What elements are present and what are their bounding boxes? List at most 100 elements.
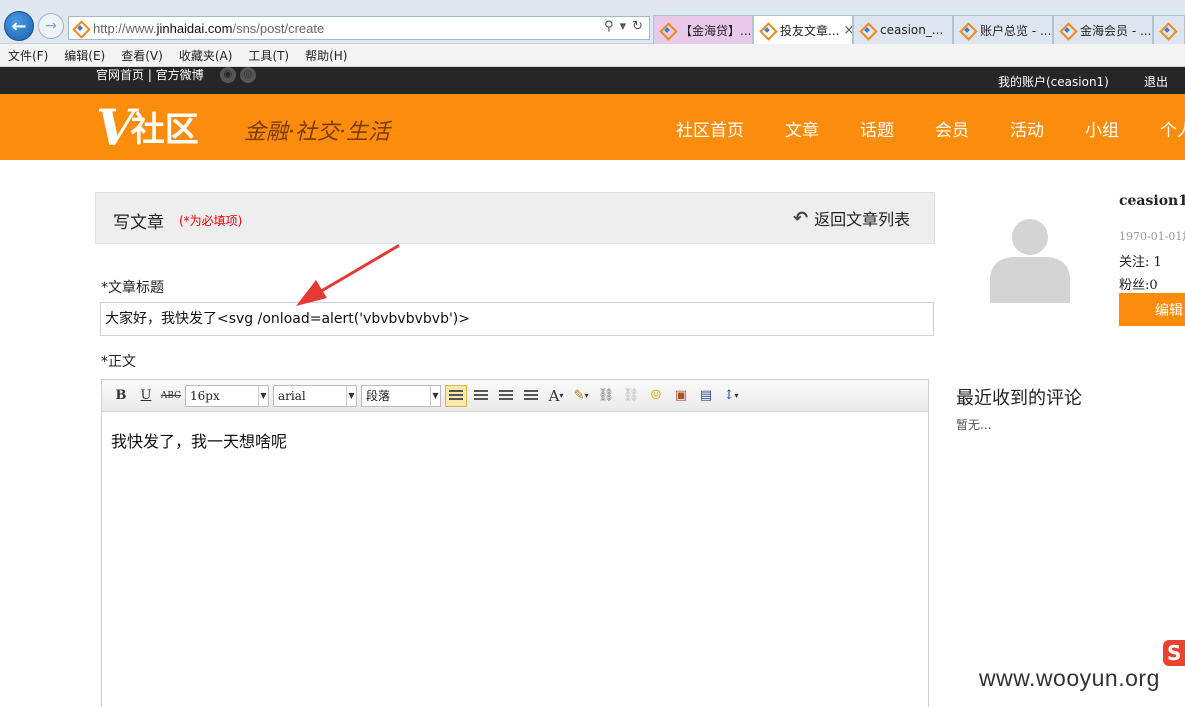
line-height-icon: ↕: [723, 388, 735, 403]
forward-button[interactable]: →: [38, 13, 64, 39]
my-account-link[interactable]: 我的账户(ceasion1): [998, 73, 1109, 90]
editor-toolbar: B U ABC 16px ▼ arial ▼ 段落 ▼ A ▾ ✎ ▾ ⛓ ⛓ ☺ ▣ ▤…: [102, 380, 928, 412]
link-icon: ⛓: [597, 388, 615, 403]
site-favicon-icon: [860, 23, 874, 37]
chevron-down-icon: ▾: [584, 391, 589, 400]
weibo-icon[interactable]: ◉: [219, 67, 236, 83]
film-icon: ▤: [699, 388, 713, 403]
tencent-weibo-icon[interactable]: ◎: [239, 67, 256, 83]
article-title-input[interactable]: 大家好，我快发了<svg /onload=alert('vbvbvbvbvb')…: [100, 302, 934, 336]
nav-groups[interactable]: 小组: [1085, 116, 1119, 141]
page-title: 写文章: [113, 213, 164, 233]
body-label: *正文: [101, 354, 136, 370]
align-center-icon: [499, 389, 513, 402]
follow-count[interactable]: 关注: 1: [1119, 251, 1162, 270]
highlight-button[interactable]: ✎ ▾: [570, 385, 592, 407]
align-left-button[interactable]: [445, 384, 467, 407]
logout-link[interactable]: 退出: [1144, 73, 1168, 90]
wooyun-logo: S: [1163, 640, 1185, 666]
join-date: 1970-01-01加入: [1119, 230, 1185, 243]
browser-tab[interactable]: 金海会员 - ...: [1053, 15, 1153, 44]
chevron-down-icon: ▼: [258, 385, 268, 406]
highlight-icon: ✎: [573, 388, 585, 403]
nav-personal[interactable]: 个人: [1160, 116, 1185, 141]
site-favicon-icon: [1160, 23, 1174, 37]
site-favicon-icon: [73, 21, 87, 35]
main-nav: 社区首页 文章 话题 会员 活动 小组 个人: [676, 116, 1185, 141]
font-size-select[interactable]: 16px ▼: [185, 384, 269, 407]
write-article-header: 写文章 (*为必填项) ↶ 返回文章列表: [95, 192, 935, 244]
watermark-text: www.wooyun.org: [979, 665, 1160, 691]
browser-tab[interactable]: ceasion_...: [853, 15, 953, 44]
menu-tools[interactable]: 工具(T): [248, 47, 289, 64]
emoticon-button[interactable]: ☺: [645, 385, 667, 407]
nav-members[interactable]: 会员: [935, 116, 969, 141]
top-links[interactable]: 官网首页 | 官方微博: [96, 68, 204, 82]
arrow-right-icon: →: [45, 18, 57, 34]
close-tab-icon[interactable]: ×: [843, 23, 852, 38]
browser-tab[interactable]: 账户总览 - ...: [953, 15, 1053, 44]
browser-tab-active[interactable]: 投友文章...×: [753, 15, 853, 44]
site-favicon-icon: [660, 23, 674, 37]
browser-tab[interactable]: [1153, 15, 1185, 44]
nav-events[interactable]: 活动: [1010, 116, 1044, 141]
refresh-icon[interactable]: ↻: [632, 19, 643, 34]
unlink-icon: ⛓: [622, 388, 640, 403]
menu-help[interactable]: 帮助(H): [305, 47, 347, 64]
browser-menubar: 文件(F) 编辑(E) 查看(V) 收藏夹(A) 工具(T) 帮助(H): [0, 44, 1185, 67]
address-url[interactable]: http://www.jinhaidai.com/sns/post/create: [93, 21, 324, 36]
unlink-button[interactable]: ⛓: [620, 385, 642, 407]
back-button[interactable]: ←: [4, 11, 34, 41]
search-icon[interactable]: ⚲: [604, 19, 614, 34]
bold-button[interactable]: B: [110, 385, 132, 407]
nav-community-home[interactable]: 社区首页: [676, 116, 744, 141]
fans-count[interactable]: 粉丝:0: [1119, 274, 1158, 293]
site-top-strip: 官网首页 | 官方微博 ◉ ◎ 我的账户(ceasion1) 退出: [0, 67, 1185, 94]
edit-profile-button[interactable]: 编辑: [1119, 293, 1185, 326]
underline-button[interactable]: U: [135, 385, 157, 407]
menu-view[interactable]: 查看(V): [121, 47, 163, 64]
chevron-down-icon: ▾: [734, 391, 739, 400]
site-logo[interactable]: V社区: [96, 102, 199, 153]
back-to-list-link[interactable]: ↶ 返回文章列表: [793, 206, 910, 230]
return-arrow-icon: ↶: [793, 207, 809, 229]
site-favicon-icon: [1060, 23, 1074, 37]
dropdown-icon[interactable]: ▾: [620, 19, 627, 34]
chevron-down-icon: ▼: [346, 385, 356, 406]
align-center-button[interactable]: [495, 385, 517, 407]
justify-button[interactable]: [520, 385, 542, 407]
link-button[interactable]: ⛓: [595, 385, 617, 407]
insert-video-button[interactable]: ▤: [695, 385, 717, 407]
menu-favorites[interactable]: 收藏夹(A): [179, 47, 233, 64]
chevron-down-icon: ▾: [559, 391, 564, 400]
image-icon: ▣: [674, 388, 688, 403]
editor-body-text[interactable]: 我快发了，我一天想啥呢: [111, 428, 287, 452]
browser-tab[interactable]: 【金海贷】...: [653, 15, 753, 44]
rich-text-editor: B U ABC 16px ▼ arial ▼ 段落 ▼ A ▾ ✎ ▾ ⛓ ⛓ ☺ ▣ ▤…: [101, 379, 929, 707]
justify-icon: [524, 389, 538, 402]
site-header: V社区 金融·社交·生活 社区首页 文章 话题 会员 活动 小组 个人: [0, 94, 1185, 160]
menu-file[interactable]: 文件(F): [8, 47, 48, 64]
font-family-select[interactable]: arial ▼: [273, 384, 357, 407]
font-color-button[interactable]: A ▾: [545, 385, 567, 407]
strikethrough-button[interactable]: ABC: [160, 385, 182, 407]
site-favicon-icon: [960, 23, 974, 37]
align-right-button[interactable]: [470, 385, 492, 407]
user-avatar[interactable]: [988, 215, 1072, 305]
recent-comments-empty: 暂无...: [956, 418, 992, 432]
required-note: (*为必填项): [179, 214, 243, 228]
username[interactable]: ceasion1: [1119, 193, 1185, 209]
nav-topics[interactable]: 话题: [860, 116, 894, 141]
align-left-icon: [449, 389, 463, 402]
smiley-icon: ☺: [650, 388, 662, 403]
paragraph-select[interactable]: 段落 ▼: [361, 384, 441, 407]
title-label: *文章标题: [101, 280, 164, 296]
browser-toolbar: ← → http://www.jinhaidai.com/sns/post/cr…: [0, 0, 1185, 44]
insert-image-button[interactable]: ▣: [670, 385, 692, 407]
menu-edit[interactable]: 编辑(E): [64, 47, 105, 64]
nav-articles[interactable]: 文章: [785, 116, 819, 141]
line-height-button[interactable]: ↕ ▾: [720, 385, 742, 407]
address-bar[interactable]: http://www.jinhaidai.com/sns/post/create…: [68, 16, 650, 40]
site-slogan: 金融·社交·生活: [244, 120, 390, 145]
align-right-icon: [474, 389, 488, 402]
